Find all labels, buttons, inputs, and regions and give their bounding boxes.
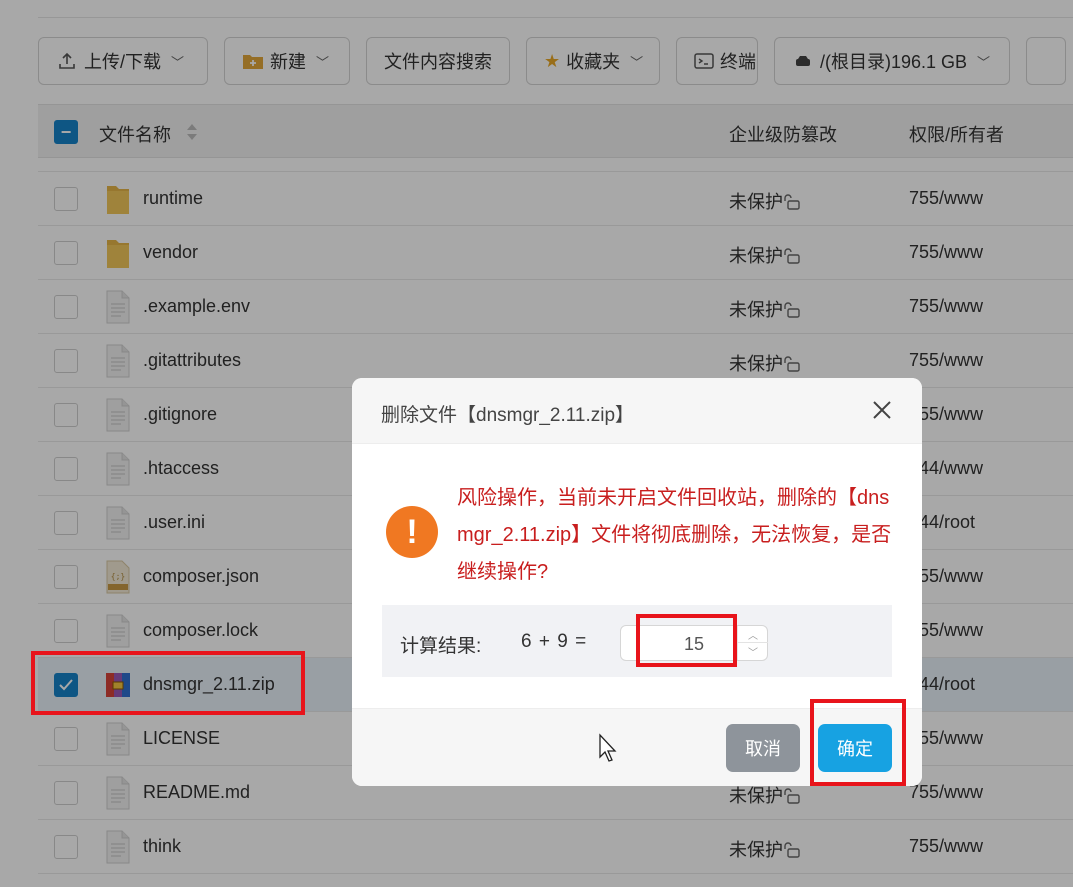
captcha-box: 计算结果: 6 + 9 = 15 ︿ ﹀	[382, 605, 892, 677]
warning-icon: !	[386, 506, 438, 558]
calc-label: 计算结果:	[400, 636, 482, 657]
cancel-button[interactable]: 取消	[726, 724, 800, 772]
spin-down-icon[interactable]: ﹀	[738, 643, 768, 660]
warning-message: 风险操作，当前未开启文件回收站，删除的【dnsmgr_2.11.zip】文件将彻…	[457, 487, 892, 583]
mouse-cursor-icon	[599, 733, 617, 762]
calc-result-value[interactable]: 15	[649, 634, 739, 655]
calc-result-input[interactable]: 15 ︿ ﹀	[620, 625, 768, 661]
delete-file-dialog: 删除文件【dnsmgr_2.11.zip】 ! 风险操作，当前未开启文件回收站，…	[352, 378, 922, 786]
dialog-header: 删除文件【dnsmgr_2.11.zip】	[352, 378, 922, 444]
close-icon[interactable]	[868, 396, 896, 424]
number-spinner[interactable]: ︿ ﹀	[737, 626, 768, 660]
confirm-button[interactable]: 确定	[818, 724, 892, 772]
spin-up-icon[interactable]: ︿	[738, 626, 768, 643]
dialog-title: 删除文件【dnsmgr_2.11.zip】	[381, 405, 635, 426]
dialog-footer: 取消 确定	[352, 708, 922, 786]
calc-expression: 6 + 9 =	[521, 631, 588, 652]
